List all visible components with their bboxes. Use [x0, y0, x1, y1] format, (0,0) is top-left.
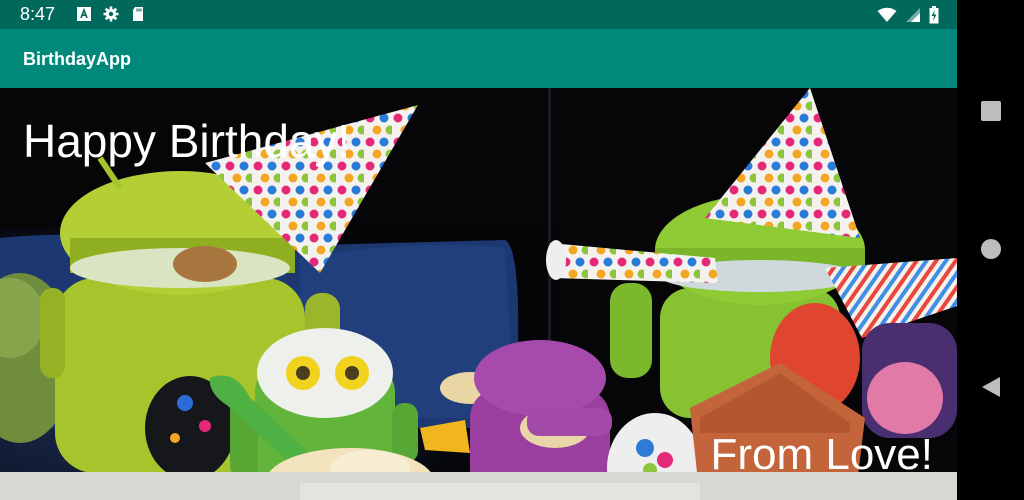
recent-apps-icon[interactable]: [979, 99, 1003, 123]
signature-text: From Love!: [710, 430, 933, 479]
status-bar: 8:47: [0, 0, 957, 29]
status-icons-right: [877, 6, 939, 24]
back-icon[interactable]: [979, 375, 1003, 399]
font-icon: [77, 7, 91, 21]
navigation-bar: [957, 0, 1024, 500]
greeting-text: Happy Birthday!: [23, 115, 351, 167]
status-time: 8:47: [20, 4, 56, 24]
app-title: BirthdayApp: [23, 49, 131, 69]
wifi-icon: [877, 7, 897, 22]
app-bar: BirthdayApp: [0, 29, 957, 88]
status-icons-left: [76, 6, 146, 22]
birthday-card: Happy Birthday! From Love!: [0, 88, 957, 500]
gear-icon: [103, 6, 119, 22]
battery-charging-icon: [929, 6, 939, 24]
home-icon[interactable]: [979, 237, 1003, 261]
signal-icon: [906, 8, 920, 22]
sd-card-icon: [133, 7, 143, 21]
